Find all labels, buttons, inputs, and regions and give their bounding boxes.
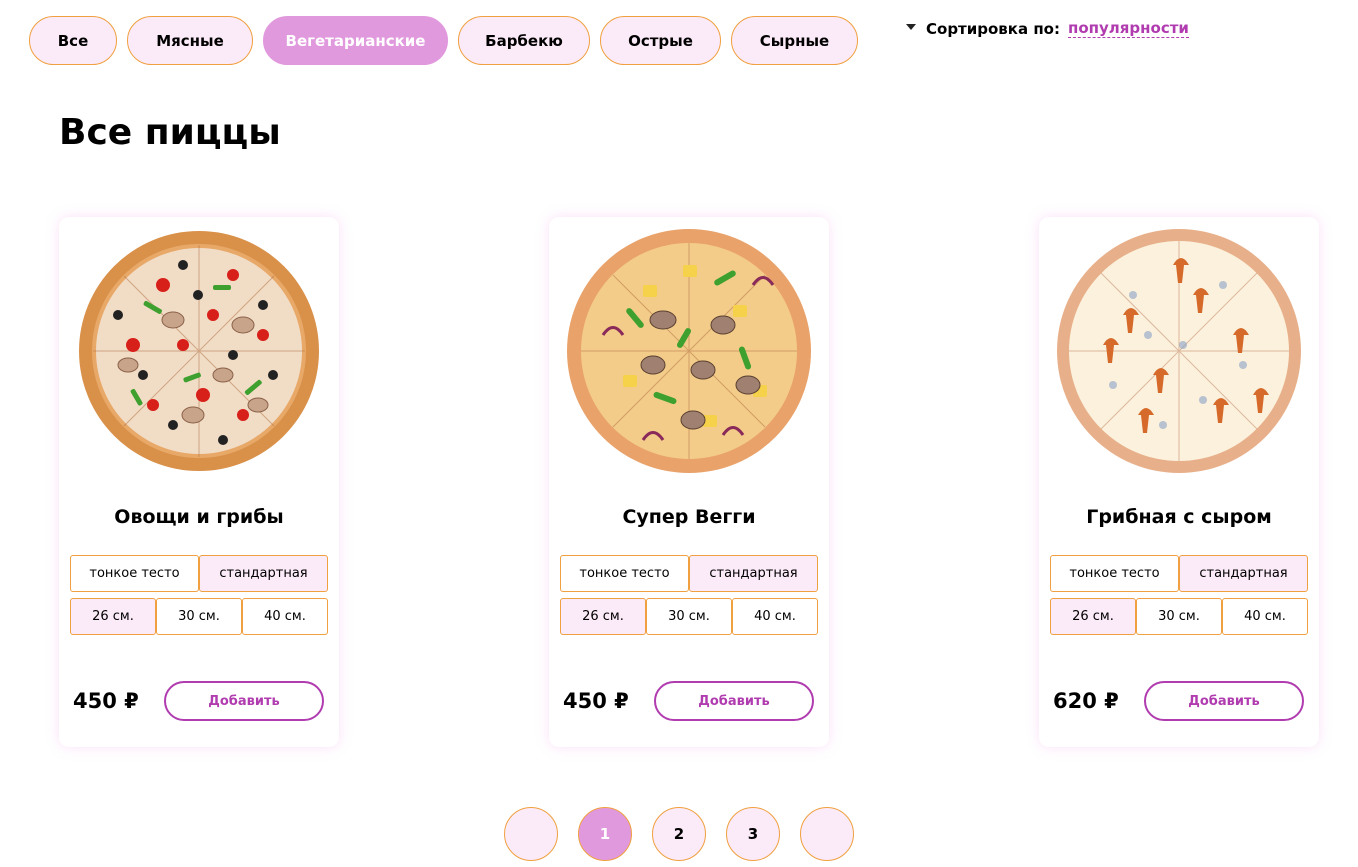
size-26-option[interactable]: 26 см. [1050, 598, 1136, 635]
category-meat-button[interactable]: Мясные [127, 16, 253, 65]
size-30-option[interactable]: 30 см. [1136, 598, 1222, 635]
add-to-cart-button[interactable]: Добавить [1144, 681, 1304, 721]
product-card: Грибная с сыром тонкое тесто стандартная… [1039, 217, 1319, 747]
sort-label: Сортировка по: [926, 19, 1060, 38]
pagination: 1 2 3 [504, 807, 854, 861]
next-page-icon[interactable] [800, 807, 854, 861]
category-vegetarian-button[interactable]: Вегетарианские [263, 16, 448, 65]
product-name: Грибная с сыром [1086, 506, 1272, 528]
dough-thin-option[interactable]: тонкое тесто [560, 555, 689, 592]
size-30-option[interactable]: 30 см. [646, 598, 732, 635]
product-card: Супер Вегги тонкое тесто стандартная 26 … [549, 217, 829, 747]
size-26-option[interactable]: 26 см. [560, 598, 646, 635]
product-name: Овощи и грибы [114, 506, 284, 528]
add-to-cart-button[interactable]: Добавить [164, 681, 324, 721]
dough-thin-option[interactable]: тонкое тесто [70, 555, 199, 592]
product-price: 450 ₽ [563, 689, 629, 713]
dough-standard-option[interactable]: стандартная [1179, 555, 1308, 592]
category-bbq-button[interactable]: Барбекю [458, 16, 590, 65]
dough-standard-option[interactable]: стандартная [689, 555, 818, 592]
sort-control: Сортировка по: популярности [906, 19, 1189, 38]
category-all-button[interactable]: Все [29, 16, 117, 65]
page-1-button[interactable]: 1 [578, 807, 632, 861]
add-to-cart-button[interactable]: Добавить [654, 681, 814, 721]
size-40-option[interactable]: 40 см. [242, 598, 328, 635]
size-26-option[interactable]: 26 см. [70, 598, 156, 635]
page-2-button[interactable]: 2 [652, 807, 706, 861]
product-name: Супер Вегги [622, 506, 756, 528]
page-title: Все пиццы [59, 112, 281, 153]
pizza-super-veggie-image [567, 229, 811, 473]
prev-page-icon[interactable] [504, 807, 558, 861]
category-cheese-button[interactable]: Сырные [731, 16, 858, 65]
pizza-veggies-mushrooms-image [79, 231, 319, 471]
size-30-option[interactable]: 30 см. [156, 598, 242, 635]
product-price: 450 ₽ [73, 689, 139, 713]
dough-standard-option[interactable]: стандартная [199, 555, 328, 592]
category-spicy-button[interactable]: Острые [600, 16, 721, 65]
product-card: Овощи и грибы тонкое тесто стандартная 2… [59, 217, 339, 747]
size-40-option[interactable]: 40 см. [1222, 598, 1308, 635]
product-price: 620 ₽ [1053, 689, 1119, 713]
caret-down-icon[interactable] [906, 23, 916, 30]
size-40-option[interactable]: 40 см. [732, 598, 818, 635]
dough-thin-option[interactable]: тонкое тесто [1050, 555, 1179, 592]
pizza-mushroom-cheese-image [1057, 229, 1301, 473]
page-3-button[interactable]: 3 [726, 807, 780, 861]
sort-value-link[interactable]: популярности [1067, 19, 1189, 38]
category-filter-bar: Все Мясные Вегетарианские Барбекю Острые… [29, 16, 858, 65]
